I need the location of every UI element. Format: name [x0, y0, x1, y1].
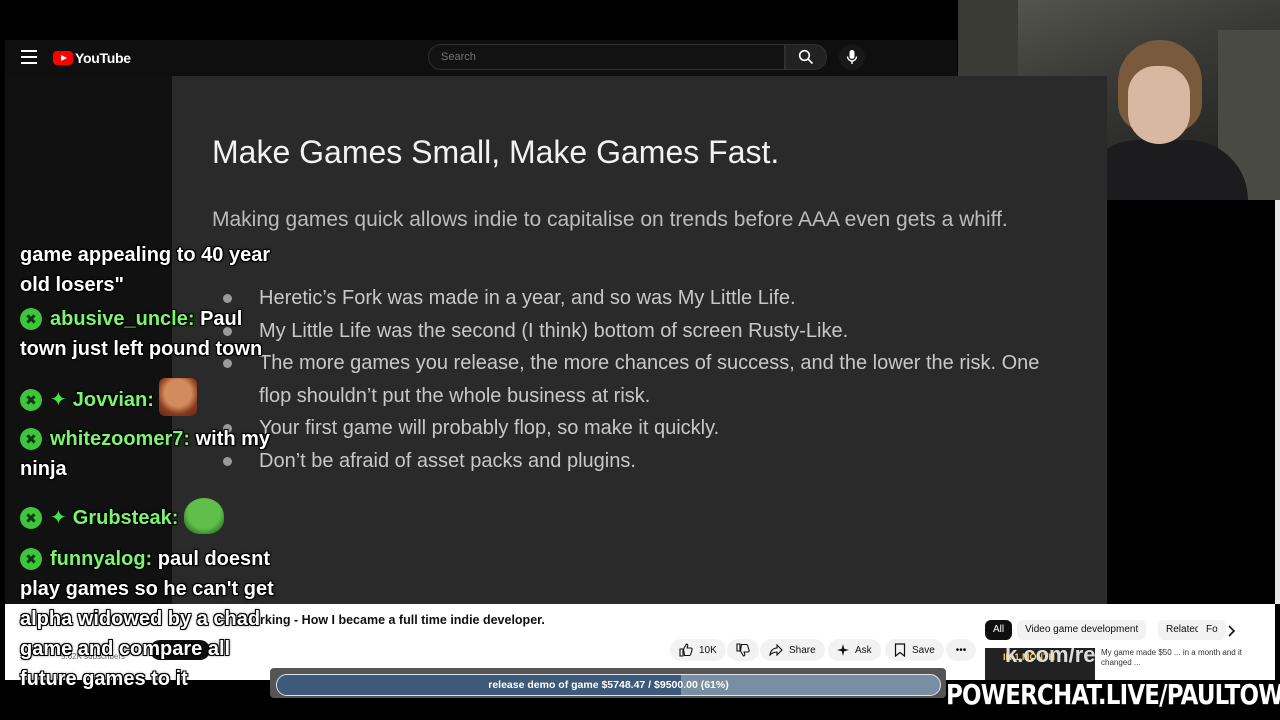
- more-actions-button[interactable]: •••: [946, 639, 976, 661]
- related-thumb-overlay: k.com/re: [1005, 648, 1095, 667]
- save-label: Save: [912, 644, 935, 656]
- ask-label: Ask: [855, 644, 872, 656]
- pepe-emote-icon: [183, 498, 224, 534]
- microphone-icon: [846, 50, 858, 64]
- star-badge-icon: ✦: [50, 507, 67, 529]
- moderator-badge-icon: ✖: [20, 548, 42, 570]
- chat-message-text: game appealing to 40 year old losers": [20, 244, 271, 296]
- share-label: Share: [789, 644, 816, 656]
- related-video-title[interactable]: My game made $50 ... in a month and it c…: [1101, 648, 1251, 668]
- slide-bullet-list: Heretic’s Fork was made in a year, and s…: [212, 282, 1062, 477]
- more-dots-icon: •••: [955, 644, 967, 656]
- hamburger-icon: [21, 50, 37, 52]
- watermark-url: POWERCHAT.LIVE/PAULTOWN: [946, 678, 1280, 711]
- thumbs-down-icon: [736, 643, 750, 657]
- moderator-badge-icon: ✖: [20, 389, 42, 411]
- sparkle-icon: [837, 644, 849, 656]
- like-button[interactable]: 10K: [670, 639, 726, 661]
- slide-bullet: The more games you release, the more cha…: [212, 347, 1062, 412]
- youtube-play-icon: [53, 51, 73, 65]
- search-input[interactable]: [428, 44, 785, 70]
- moderator-badge-icon: ✖: [20, 507, 42, 529]
- chat-message: ✖ ✦ Grubsteak:: [20, 498, 280, 534]
- chat-message: ✖ whitezoomer7: with my ninja: [20, 424, 280, 484]
- chat-username: Grubsteak:: [72, 507, 179, 529]
- moderator-badge-icon: ✖: [20, 308, 42, 330]
- youtube-topbar: YouTube: [5, 40, 957, 76]
- chip-all[interactable]: All: [985, 620, 1013, 640]
- voice-search-button[interactable]: [839, 44, 865, 70]
- donation-goal-bar: release demo of game $5748.47 / $9500.00…: [276, 674, 941, 696]
- menu-button[interactable]: [21, 50, 37, 64]
- search-icon: [798, 49, 814, 65]
- chat-message: ✖ funnyalog: paul doesnt play games so he…: [20, 544, 280, 694]
- moderator-badge-icon: ✖: [20, 428, 42, 450]
- star-badge-icon: ✦: [50, 389, 67, 411]
- chat-username: funnyalog:: [50, 548, 153, 570]
- youtube-logo-text: YouTube: [75, 50, 131, 66]
- share-button[interactable]: Share: [760, 639, 825, 661]
- related-video-thumbnail[interactable]: IN 1 MONTH k.com/re: [985, 648, 1095, 680]
- chip-video-game-development[interactable]: Video game development: [1017, 620, 1147, 640]
- chevron-right-icon: [1228, 625, 1236, 637]
- thumbs-up-icon: [679, 643, 693, 657]
- like-count: 10K: [699, 644, 717, 656]
- chat-username: abusive_uncle:: [50, 308, 195, 330]
- ask-button[interactable]: Ask: [828, 639, 881, 661]
- slide-bullet: Don’t be afraid of asset packs and plugi…: [212, 445, 1062, 478]
- scrollbar[interactable]: [1275, 200, 1280, 604]
- chip-more[interactable]: Fo: [1198, 620, 1226, 640]
- video-player[interactable]: Make Games Small, Make Games Fast. Makin…: [172, 76, 1107, 604]
- slide-bullet: Your first game will probably flop, so m…: [212, 412, 1062, 445]
- save-button[interactable]: Save: [885, 639, 944, 661]
- chat-username: Jovvian:: [72, 389, 154, 411]
- donation-goal-text: release demo of game $5748.47 / $9500.00…: [488, 679, 729, 691]
- chat-message: game appealing to 40 year old losers": [20, 240, 280, 300]
- slide-subtitle: Making games quick allows indie to capit…: [212, 208, 1008, 231]
- chat-message: ✖ abusive_uncle: Paul town just left poun…: [20, 304, 280, 364]
- bookmark-icon: [894, 643, 906, 657]
- right-sidebar: [1107, 200, 1280, 604]
- face-emote-icon: [159, 378, 198, 416]
- cam-person-face: [1128, 66, 1190, 144]
- chat-username: whitezoomer7:: [50, 428, 191, 450]
- video-title: rking - How I became a full time indie d…: [260, 613, 545, 627]
- youtube-logo[interactable]: YouTube: [53, 50, 131, 66]
- chat-message: ✖ ✦ Jovvian:: [20, 378, 280, 416]
- search-button[interactable]: [785, 44, 827, 70]
- slide-bullet: My Little Life was the second (I think) …: [212, 315, 1062, 348]
- dislike-button[interactable]: [727, 639, 759, 661]
- share-arrow-icon: [769, 644, 783, 656]
- chips-next-button[interactable]: [1227, 624, 1237, 642]
- slide-title: Make Games Small, Make Games Fast.: [212, 134, 780, 170]
- slide-bullet: Heretic’s Fork was made in a year, and s…: [212, 282, 1062, 315]
